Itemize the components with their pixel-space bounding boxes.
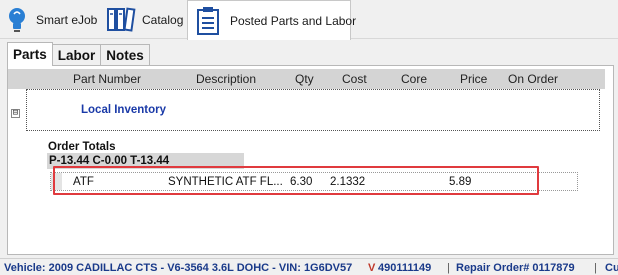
- tab-smart-ejob-label: Smart eJob: [36, 12, 98, 27]
- tab-catalog[interactable]: Catalog: [106, 0, 186, 39]
- subtab-labor[interactable]: Labor: [51, 44, 102, 66]
- col-cost[interactable]: Cost: [342, 72, 367, 86]
- tab-posted-parts-labor[interactable]: Posted Parts and Labor: [187, 0, 356, 40]
- group-local-inventory[interactable]: Local Inventory: [26, 89, 600, 131]
- col-description[interactable]: Description: [196, 72, 256, 86]
- collapse-toggle[interactable]: ⊟: [11, 109, 20, 118]
- status-bar: Vehicle: 2009 CADILLAC CTS - V6-3564 3.6…: [0, 258, 618, 275]
- subtab-parts[interactable]: Parts: [7, 42, 53, 66]
- tab-posted-parts-labor-label: Posted Parts and Labor: [230, 13, 357, 28]
- col-price[interactable]: Price: [460, 72, 487, 86]
- col-core[interactable]: Core: [401, 72, 427, 86]
- clipboard-list-icon: [196, 6, 220, 36]
- status-trailing: Cu: [605, 262, 618, 274]
- status-separator: |: [447, 262, 450, 274]
- tab-catalog-label: Catalog: [142, 12, 184, 27]
- subtab-notes[interactable]: Notes: [100, 44, 150, 66]
- status-repair-order: Repair Order# 0117879: [456, 262, 575, 274]
- grid-header: Part Number Description Qty Cost Core Pr…: [8, 69, 605, 89]
- status-vin-suffix: 490111149: [378, 262, 432, 274]
- catalog-books-icon: [106, 6, 136, 34]
- subtab-bar: Parts Labor Notes: [7, 42, 150, 66]
- order-totals-title: Order Totals: [48, 141, 116, 153]
- highlight-box: [53, 166, 539, 195]
- group-label: Local Inventory: [81, 104, 166, 116]
- lightbulb-icon: [4, 5, 30, 35]
- col-on-order[interactable]: On Order: [508, 72, 558, 86]
- parts-grid: Part Number Description Qty Cost Core Pr…: [7, 65, 614, 255]
- toolbar-tabs: Smart eJob Catalog Posted Parts and Labo…: [0, 0, 618, 40]
- tab-smart-ejob[interactable]: Smart eJob: [4, 0, 104, 39]
- col-part-number[interactable]: Part Number: [73, 72, 141, 86]
- col-qty[interactable]: Qty: [295, 72, 314, 86]
- status-vehicle: Vehicle: 2009 CADILLAC CTS - V6-3564 3.6…: [4, 262, 353, 274]
- status-vin-char: V: [368, 262, 376, 274]
- status-separator-2: |: [594, 262, 597, 274]
